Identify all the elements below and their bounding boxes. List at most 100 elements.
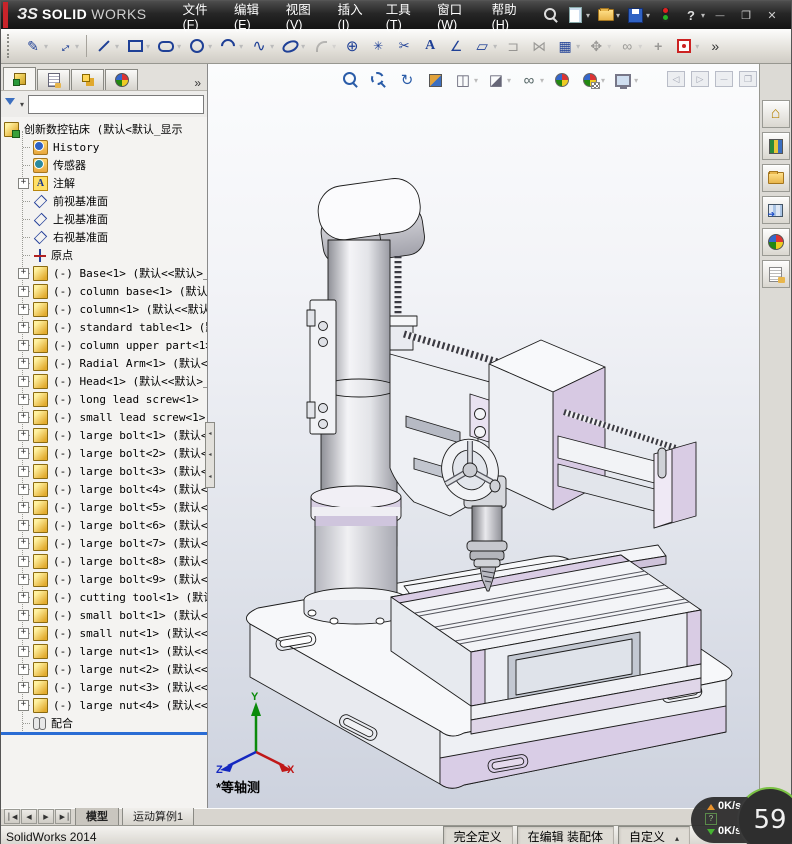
- tree-item-small-bolt-1[interactable]: (-) small bolt<1> (默认<<默: [1, 606, 207, 624]
- tree-item-column-upper-part-1[interactable]: (-) column upper part<1> (: [1, 336, 207, 354]
- smart-dimension-button[interactable]: [51, 32, 82, 60]
- help-button[interactable]: [680, 4, 707, 26]
- first-tab-button[interactable]: [4, 809, 20, 824]
- status-custom-button[interactable]: 自定义: [617, 826, 690, 844]
- tree-item-sensors[interactable]: 传感器: [1, 156, 207, 174]
- tab-displaymanager[interactable]: [105, 69, 138, 90]
- tree-item-top-plane[interactable]: 上视基准面: [1, 210, 207, 228]
- prev-tab-button[interactable]: [21, 809, 37, 824]
- tree-item-large-nut-1[interactable]: (-) large nut<1> (默认<<默: [1, 642, 207, 660]
- expand-icon[interactable]: [18, 519, 29, 531]
- expand-icon[interactable]: [18, 321, 29, 333]
- tab-motion-study-1[interactable]: 运动算例1: [122, 806, 195, 825]
- expand-icon[interactable]: [18, 411, 29, 423]
- expand-icon[interactable]: [18, 573, 29, 585]
- rotate-view-button[interactable]: [394, 67, 420, 93]
- next-tab-button[interactable]: [38, 809, 54, 824]
- view-settings-button[interactable]: [610, 67, 641, 93]
- tree-item-root[interactable]: 创新数控钻床 (默认<默认_显示: [1, 120, 207, 138]
- arc-button[interactable]: [215, 32, 246, 60]
- zoom-to-fit-button[interactable]: [338, 67, 364, 93]
- tree-item-large-bolt-7[interactable]: (-) large bolt<7> (默认<<默: [1, 534, 207, 552]
- view-orientation-button[interactable]: [450, 67, 481, 93]
- chamfer-button[interactable]: [443, 32, 469, 60]
- doc-restore-button[interactable]: [738, 70, 758, 88]
- expand-icon[interactable]: [18, 699, 29, 711]
- tree-item-large-nut-2[interactable]: (-) large nut<2> (默认<<默: [1, 660, 207, 678]
- filter-funnel-icon[interactable]: [4, 97, 18, 111]
- graphics-viewport[interactable]: Y X Z *等轴测: [208, 64, 759, 808]
- menu-window[interactable]: 窗口(W): [427, 1, 481, 32]
- perimeter-circle-button[interactable]: [339, 32, 365, 60]
- expand-icon[interactable]: [18, 555, 29, 567]
- menu-edit[interactable]: 编辑(E): [224, 1, 276, 32]
- toolbar-grip[interactable]: [7, 34, 14, 58]
- minimize-button[interactable]: [707, 5, 733, 25]
- menu-tools[interactable]: 工具(T): [376, 1, 427, 32]
- panel-tabs-overflow-button[interactable]: [190, 76, 205, 90]
- display-style-button[interactable]: [483, 67, 514, 93]
- sketch-button[interactable]: [20, 32, 51, 60]
- save-button[interactable]: [625, 4, 652, 26]
- tree-item-large-nut-3[interactable]: (-) large nut<3> (默认<<默: [1, 678, 207, 696]
- add-relation-button[interactable]: [645, 32, 671, 60]
- expand-icon[interactable]: [18, 429, 29, 441]
- menu-view[interactable]: 视图(V): [276, 1, 328, 32]
- rectangle-button[interactable]: [122, 32, 153, 60]
- tab-featuremanager[interactable]: [3, 67, 36, 90]
- task-pane-custom-properties-button[interactable]: [761, 260, 790, 288]
- tree-item-base-1[interactable]: (-) Base<1> (默认<<默认>_显: [1, 264, 207, 282]
- pane-left-button[interactable]: [666, 70, 686, 88]
- tree-item-mates[interactable]: 配合: [1, 714, 207, 732]
- expand-icon[interactable]: [18, 285, 29, 297]
- chevron-down-icon[interactable]: [20, 100, 24, 109]
- expand-icon[interactable]: [18, 339, 29, 351]
- task-pane-resources-button[interactable]: [761, 100, 790, 128]
- tree-item-long-lead-screw-1[interactable]: (-) long lead screw<1> (默: [1, 390, 207, 408]
- expand-icon[interactable]: [18, 663, 29, 675]
- menu-help[interactable]: 帮助(H): [482, 1, 534, 32]
- point-button[interactable]: [365, 32, 391, 60]
- sketch-fillet-button[interactable]: [308, 32, 339, 60]
- tree-item-large-bolt-2[interactable]: (-) large bolt<2> (默认<<默: [1, 444, 207, 462]
- pane-right-button[interactable]: [690, 70, 710, 88]
- tree-item-large-bolt-3[interactable]: (-) large bolt<3> (默认<<默: [1, 462, 207, 480]
- task-pane-file-explorer-button[interactable]: [761, 164, 790, 192]
- move-entities-button[interactable]: [583, 32, 614, 60]
- expand-icon[interactable]: [18, 177, 29, 189]
- tab-configurationmanager[interactable]: [71, 69, 104, 90]
- menu-file[interactable]: 文件(F): [173, 1, 224, 32]
- expand-icon[interactable]: [18, 537, 29, 549]
- hide-show-items-button[interactable]: [516, 67, 547, 93]
- mirror-entities-button[interactable]: [526, 32, 552, 60]
- tree-item-large-bolt-4[interactable]: (-) large bolt<4> (默认<<默: [1, 480, 207, 498]
- tree-item-small-nut-1[interactable]: (-) small nut<1> (默认<<默: [1, 624, 207, 642]
- tree-item-column-base-1[interactable]: (-) column base<1> (默认<<: [1, 282, 207, 300]
- zoom-to-area-button[interactable]: [366, 67, 392, 93]
- tab-model[interactable]: 模型: [75, 806, 119, 825]
- ellipse-button[interactable]: [277, 32, 308, 60]
- expand-icon[interactable]: [18, 483, 29, 495]
- section-view-button[interactable]: [422, 67, 448, 93]
- tree-item-large-bolt-8[interactable]: (-) large bolt<8> (默认<<默: [1, 552, 207, 570]
- tree-item-large-nut-4[interactable]: (-) large nut<4> (默认<<默: [1, 696, 207, 714]
- expand-icon[interactable]: [18, 393, 29, 405]
- net-speed-widget[interactable]: 0K/s ? 0K/s 59: [691, 787, 792, 844]
- last-tab-button[interactable]: [55, 809, 71, 824]
- text-button[interactable]: [417, 32, 443, 60]
- open-document-button[interactable]: [595, 4, 622, 26]
- doc-minimize-button[interactable]: [714, 70, 734, 88]
- tab-propertymanager[interactable]: [37, 69, 70, 90]
- help-badge-icon[interactable]: ?: [705, 813, 717, 825]
- tree-item-annotations[interactable]: 注解: [1, 174, 207, 192]
- edit-appearance-button[interactable]: [549, 67, 575, 93]
- expand-icon[interactable]: [18, 303, 29, 315]
- tree-item-large-bolt-9[interactable]: (-) large bolt<9> (默认<<默: [1, 570, 207, 588]
- tree-item-large-bolt-5[interactable]: (-) large bolt<5> (默认<<默: [1, 498, 207, 516]
- expand-icon[interactable]: [18, 645, 29, 657]
- expand-icon[interactable]: [18, 681, 29, 693]
- options-button[interactable]: [655, 4, 677, 26]
- tree-item-large-bolt-6[interactable]: (-) large bolt<6> (默认<<默: [1, 516, 207, 534]
- tree-item-history[interactable]: History: [1, 138, 207, 156]
- convert-entities-button[interactable]: [469, 32, 500, 60]
